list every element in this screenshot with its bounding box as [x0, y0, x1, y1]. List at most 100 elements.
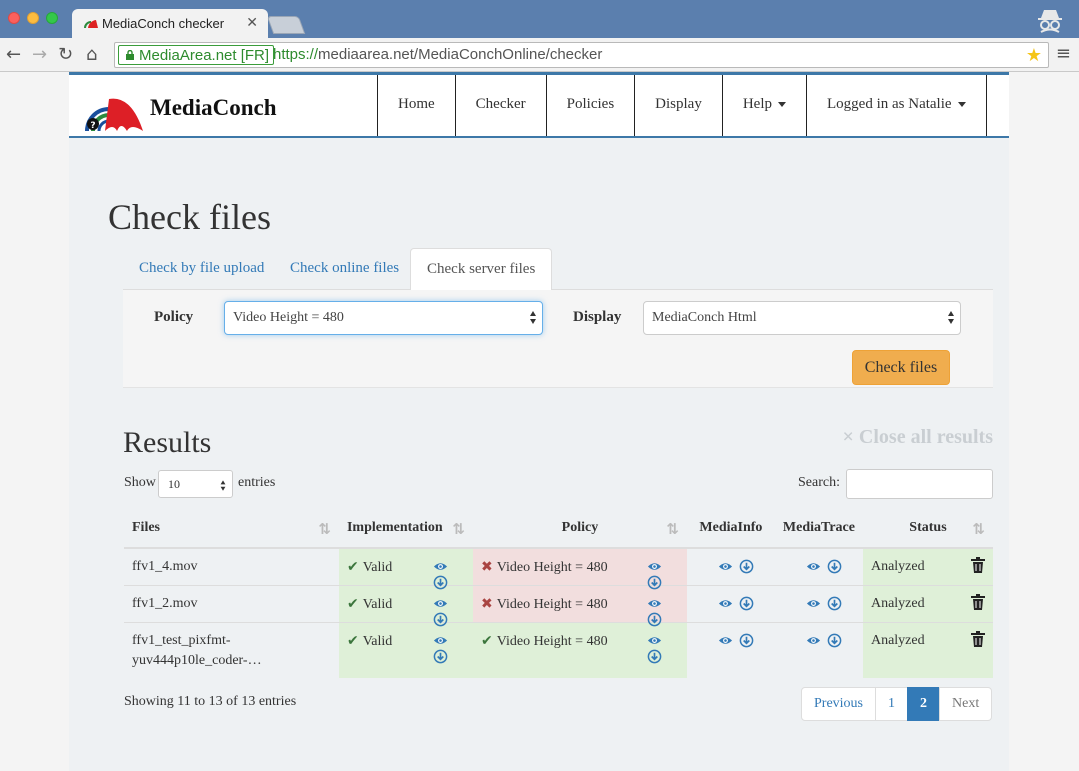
col-policy[interactable]: Policy ⇅: [472, 509, 687, 549]
table-row: ffv1_4.mov ✔ Valid ✖ Video Height = 480 Analy…: [124, 547, 993, 590]
secure-label: MediaArea.net [FR]: [139, 47, 270, 64]
status-cell: Analyzed: [862, 622, 993, 678]
browser-tab[interactable]: MediaConch checker ✕: [72, 9, 268, 38]
incognito-icon: [1038, 10, 1062, 33]
home-icon[interactable]: ⌂: [86, 44, 97, 65]
nav-display[interactable]: Display: [634, 75, 722, 136]
page-size-select[interactable]: 10: [158, 470, 233, 498]
search-input[interactable]: [846, 469, 993, 499]
page-next[interactable]: Next: [939, 687, 993, 721]
mediatrace-cell: [774, 547, 863, 586]
trash-icon[interactable]: [971, 557, 985, 573]
eye-icon[interactable]: [433, 559, 448, 574]
eye-icon[interactable]: [718, 559, 733, 574]
eye-icon[interactable]: [647, 559, 662, 574]
nav-checker[interactable]: Checker: [454, 75, 546, 136]
back-arrow-icon[interactable]: ←: [6, 44, 21, 65]
tab-close-icon[interactable]: ✕: [246, 14, 258, 31]
cross-icon: ✖: [480, 559, 493, 575]
eye-icon[interactable]: [806, 596, 821, 611]
reload-icon[interactable]: ↻: [58, 44, 73, 65]
page-previous[interactable]: Previous: [801, 687, 876, 721]
eye-icon[interactable]: [433, 633, 448, 648]
eye-icon[interactable]: [433, 596, 448, 611]
download-icon[interactable]: [827, 559, 842, 574]
page-1[interactable]: 1: [875, 687, 908, 721]
eye-icon[interactable]: [647, 596, 662, 611]
download-icon[interactable]: [739, 596, 754, 611]
page-2[interactable]: 2: [907, 687, 940, 721]
col-implementation[interactable]: Implementation ⇅: [338, 509, 473, 549]
browser-menu-icon[interactable]: ≡: [1056, 43, 1071, 64]
download-icon[interactable]: [739, 633, 754, 648]
new-tab-button[interactable]: [266, 16, 306, 34]
policy-select-value: Video Height = 480: [233, 310, 344, 325]
eye-icon[interactable]: [718, 633, 733, 648]
maximize-window-button[interactable]: [46, 12, 58, 24]
trash-icon[interactable]: [971, 594, 985, 610]
check-files-button[interactable]: Check files: [852, 350, 950, 385]
mediaconch-favicon-icon: [84, 20, 98, 29]
eye-icon[interactable]: [806, 633, 821, 648]
col-status[interactable]: Status ⇅: [862, 509, 993, 549]
download-icon[interactable]: [827, 633, 842, 648]
policy-cell: ✔ Video Height = 480: [472, 622, 687, 678]
file-cell: ffv1_2.mov: [124, 585, 339, 623]
check-tabs: Check by file upload Check online files …: [123, 248, 993, 291]
nav-home[interactable]: Home: [377, 75, 455, 136]
mediainfo-cell: [686, 547, 775, 586]
policy-cell: ✖ Video Height = 480: [472, 585, 687, 627]
check-icon: ✔: [346, 633, 359, 649]
status-text: Analyzed: [870, 633, 925, 648]
trash-icon[interactable]: [971, 631, 985, 647]
implementation-result: Valid: [362, 597, 393, 612]
site-navbar: ? MediaConch Home Checker Policies Displ…: [69, 72, 1009, 138]
tab-file-upload[interactable]: Check by file upload: [123, 248, 280, 290]
file-cell: ffv1_4.mov: [124, 547, 339, 586]
eye-icon[interactable]: [718, 596, 733, 611]
nav-help[interactable]: Help: [721, 75, 806, 136]
policy-select[interactable]: Video Height = 480: [224, 301, 543, 335]
col-mediatrace: MediaTrace: [774, 509, 863, 549]
bookmark-star-icon[interactable]: ★: [1026, 45, 1042, 66]
sort-icon: ⇅: [972, 520, 985, 538]
display-label: Display: [573, 309, 622, 325]
eye-icon[interactable]: [647, 633, 662, 648]
file-name: ffv1_4.mov: [132, 559, 198, 574]
nav-user-menu[interactable]: Logged in as Natalie: [806, 75, 987, 136]
secure-badge[interactable]: MediaArea.net [FR]: [118, 45, 275, 65]
select-arrows-icon: [530, 311, 536, 325]
address-bar[interactable]: MediaArea.net [FR] https://mediaarea.net…: [114, 42, 1049, 68]
eye-icon[interactable]: [806, 559, 821, 574]
implementation-cell: ✔ Valid: [338, 547, 473, 590]
download-icon[interactable]: [739, 559, 754, 574]
download-icon[interactable]: [433, 649, 448, 664]
caret-down-icon: [778, 102, 786, 108]
file-name: ffv1_test_pixfmt-: [132, 633, 231, 648]
show-label: Show: [124, 475, 156, 490]
tab-server-files[interactable]: Check server files: [410, 248, 553, 291]
file-name: ffv1_2.mov: [132, 596, 198, 611]
page-size-value: 10: [168, 477, 180, 491]
minimize-window-button[interactable]: [27, 12, 39, 24]
close-all-results-button[interactable]: × Close all results: [843, 426, 993, 449]
file-cell: ffv1_test_pixfmt-yuv444p10le_coder-…: [124, 622, 339, 678]
implementation-result: Valid: [362, 560, 393, 575]
policy-result: Video Height = 480: [496, 597, 608, 612]
download-icon[interactable]: [647, 649, 662, 664]
pagination: Previous 1 2 Next: [801, 687, 993, 721]
results-title: Results: [123, 426, 212, 459]
check-icon: ✔: [346, 559, 359, 575]
tab-online-files[interactable]: Check online files: [274, 248, 415, 290]
display-select[interactable]: MediaConch Html: [643, 301, 961, 335]
sort-icon: ⇅: [318, 520, 331, 538]
mediainfo-cell: [686, 622, 775, 678]
forward-arrow-icon[interactable]: →: [32, 44, 47, 65]
download-icon[interactable]: [827, 596, 842, 611]
policy-cell: ✖ Video Height = 480: [472, 547, 687, 590]
nav-policies[interactable]: Policies: [545, 75, 635, 136]
table-row: ffv1_test_pixfmt-yuv444p10le_coder-… ✔ Val…: [124, 622, 993, 678]
mediaconch-logo-icon: ?: [85, 98, 143, 132]
col-files[interactable]: Files ⇅: [124, 509, 339, 549]
close-window-button[interactable]: [8, 12, 20, 24]
